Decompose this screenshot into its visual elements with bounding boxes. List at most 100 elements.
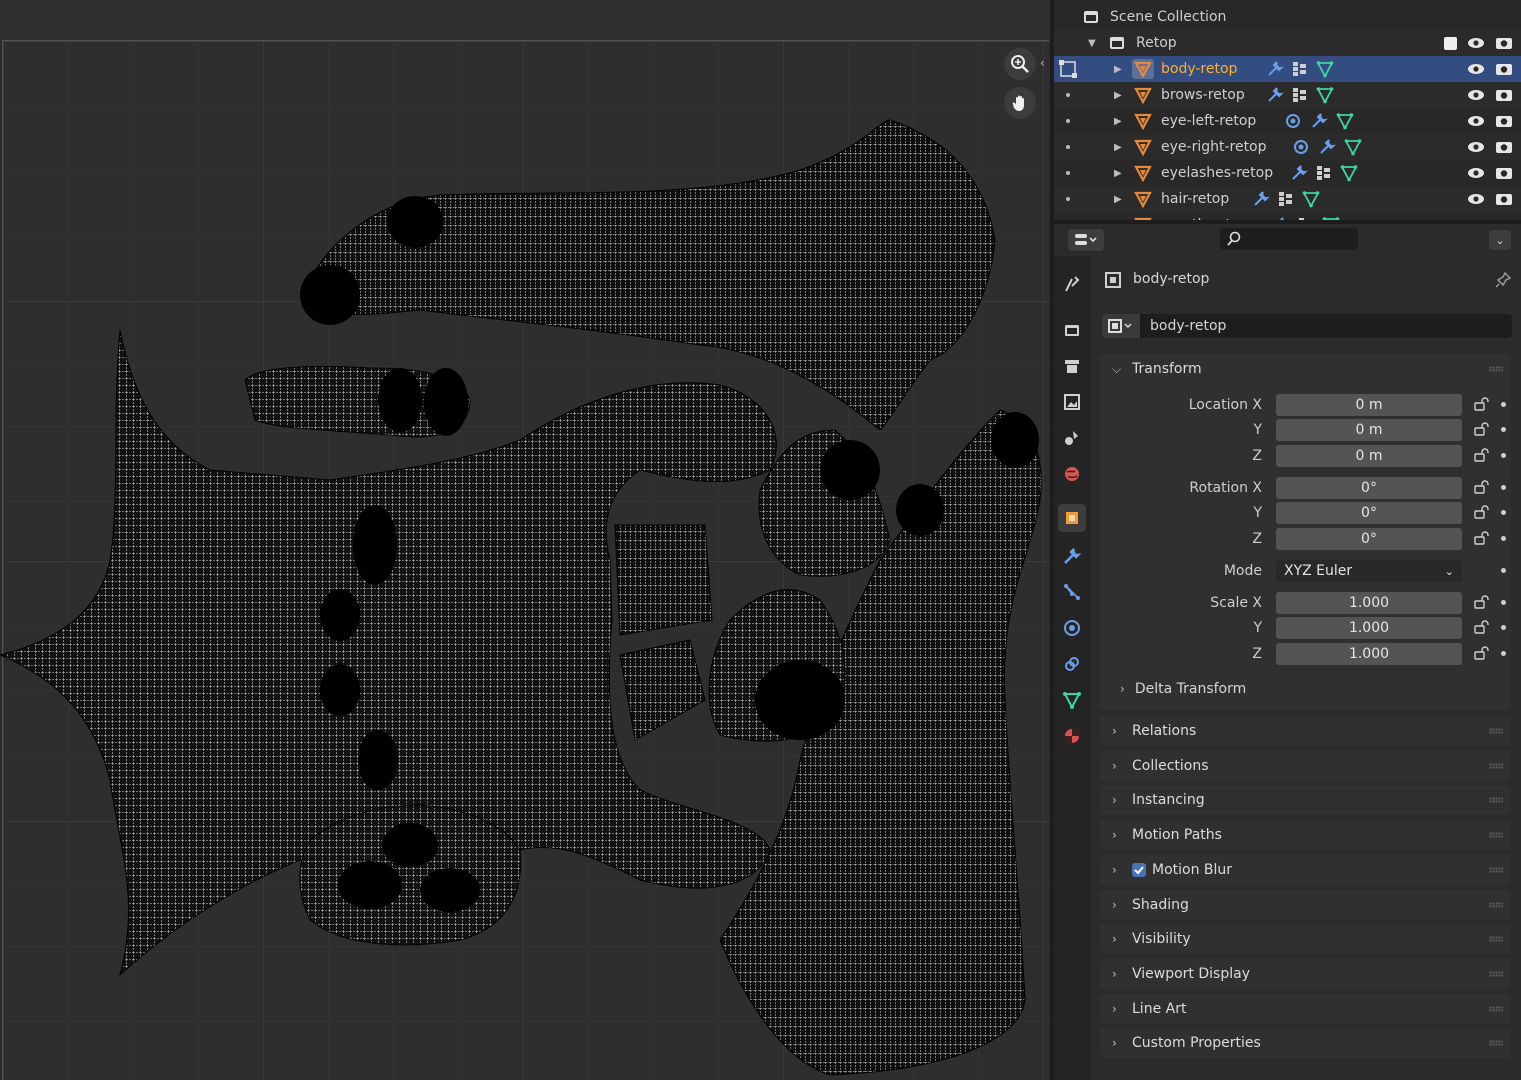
outliner-object-row[interactable]: ▶ hair-retop: [1054, 186, 1521, 212]
motion-blur-checkbox[interactable]: [1132, 862, 1146, 877]
keyframe-dot-icon[interactable]: [1501, 568, 1506, 573]
tab-constraints-icon[interactable]: [1060, 652, 1084, 676]
array-modifier-icon[interactable]: [1292, 60, 1308, 78]
mesh-data-icon[interactable]: [1316, 86, 1334, 104]
outliner-object-row[interactable]: ▶ body-retop: [1054, 56, 1521, 82]
unlock-icon[interactable]: [1474, 646, 1490, 660]
uv-islands[interactable]: [0, 0, 1050, 1080]
mesh-data-icon[interactable]: [1336, 112, 1354, 130]
panel-instancing[interactable]: › Instancing: [1100, 785, 1511, 816]
array-modifier-icon[interactable]: [1316, 164, 1332, 182]
camera-icon[interactable]: [1495, 114, 1513, 128]
expand-arrow-icon[interactable]: ▶: [1114, 64, 1122, 75]
expand-arrow-icon[interactable]: ▶: [1114, 90, 1122, 101]
camera-icon[interactable]: [1495, 140, 1513, 154]
drag-grip-icon[interactable]: [1489, 970, 1503, 977]
location-y-field[interactable]: 0 m: [1276, 419, 1462, 441]
keyframe-dot-icon[interactable]: [1501, 625, 1506, 630]
expand-arrow-icon[interactable]: ▶: [1114, 116, 1122, 127]
drag-grip-icon[interactable]: [1489, 832, 1503, 839]
mesh-data-icon[interactable]: [1302, 190, 1320, 208]
edit-mode-icon[interactable]: [1059, 60, 1077, 78]
expand-arrow-icon[interactable]: ▶: [1114, 194, 1122, 205]
tab-view-layer-icon[interactable]: [1060, 390, 1084, 414]
transform-panel-header[interactable]: ⌵ Transform: [1100, 354, 1511, 384]
modifier-wrench-icon[interactable]: [1290, 164, 1308, 182]
tab-object-icon[interactable]: [1058, 504, 1086, 532]
panel-motion-paths[interactable]: › Motion Paths: [1100, 820, 1511, 851]
camera-icon[interactable]: [1495, 192, 1513, 206]
drag-grip-icon[interactable]: [1489, 366, 1503, 372]
unlock-icon[interactable]: [1474, 480, 1490, 494]
camera-icon[interactable]: [1495, 166, 1513, 180]
drag-grip-icon[interactable]: [1489, 866, 1503, 873]
scale-y-field[interactable]: 1.000: [1276, 617, 1462, 639]
modifier-wrench-icon[interactable]: [1252, 190, 1270, 208]
tab-render-icon[interactable]: [1060, 318, 1084, 342]
modifier-wrench-icon[interactable]: [1310, 112, 1328, 130]
unlock-icon[interactable]: [1474, 531, 1490, 545]
unlock-icon[interactable]: [1474, 595, 1490, 609]
eye-icon[interactable]: [1467, 88, 1485, 102]
panel-visibility[interactable]: › Visibility: [1100, 924, 1511, 955]
eye-icon[interactable]: [1467, 114, 1485, 128]
mode-dot-icon[interactable]: [1066, 197, 1070, 201]
panel-custom-properties[interactable]: › Custom Properties: [1100, 1028, 1511, 1059]
rotation-mode-select[interactable]: XYZ Euler ⌄: [1276, 560, 1462, 582]
uv-editor[interactable]: ‹: [0, 0, 1050, 1080]
keyframe-dot-icon[interactable]: [1501, 485, 1506, 490]
keyframe-dot-icon[interactable]: [1501, 402, 1506, 407]
mode-dot-icon[interactable]: [1066, 93, 1070, 97]
panel-viewport-display[interactable]: › Viewport Display: [1100, 958, 1511, 989]
outliner-object-row[interactable]: ▶mouth-retop: [1054, 212, 1521, 220]
eye-icon[interactable]: [1467, 62, 1485, 76]
scale-z-field[interactable]: 1.000: [1276, 643, 1462, 665]
panel-motion-blur[interactable]: › Motion Blur: [1100, 854, 1511, 885]
mode-dot-icon[interactable]: [1066, 119, 1070, 123]
unlock-icon[interactable]: [1474, 422, 1490, 436]
checkbox-icon[interactable]: [1444, 36, 1457, 50]
array-modifier-icon[interactable]: [1292, 86, 1308, 104]
editor-type-icon[interactable]: [1068, 229, 1104, 251]
keyframe-dot-icon[interactable]: [1501, 600, 1506, 605]
outliner-collection-retop[interactable]: ▼ Retop: [1054, 30, 1521, 56]
eye-icon[interactable]: [1467, 36, 1485, 50]
expand-arrow-icon[interactable]: ▶: [1114, 168, 1122, 179]
eye-icon[interactable]: [1467, 192, 1485, 206]
drag-grip-icon[interactable]: [1489, 901, 1503, 908]
panel-relations[interactable]: › Relations: [1100, 716, 1511, 746]
tab-modifiers-icon[interactable]: [1060, 544, 1084, 568]
drag-grip-icon[interactable]: [1489, 728, 1503, 734]
panel-shading[interactable]: › Shading: [1100, 889, 1511, 920]
pan-hand-icon[interactable]: [1004, 87, 1036, 119]
tab-material-icon[interactable]: [1060, 724, 1084, 748]
pin-icon[interactable]: [1494, 271, 1512, 289]
keyframe-dot-icon[interactable]: [1501, 651, 1506, 656]
tab-particles-icon[interactable]: [1060, 580, 1084, 604]
properties-editor[interactable]: ⌄ body-retop body-retop ⌵ Transform Loca…: [1054, 224, 1521, 1080]
rotation-y-field[interactable]: 0°: [1276, 502, 1462, 524]
camera-icon[interactable]: [1495, 62, 1513, 76]
location-x-field[interactable]: 0 m: [1276, 394, 1462, 416]
drag-grip-icon[interactable]: [1489, 1005, 1503, 1012]
tab-output-icon[interactable]: [1060, 354, 1084, 378]
mesh-data-icon[interactable]: [1316, 60, 1334, 78]
panel-collections[interactable]: › Collections: [1100, 750, 1511, 781]
object-name-field[interactable]: body-retop: [1140, 314, 1512, 338]
rotation-z-field[interactable]: 0°: [1276, 528, 1462, 550]
array-modifier-icon[interactable]: [1278, 190, 1294, 208]
mode-dot-icon[interactable]: [1066, 145, 1070, 149]
object-type-dropdown-icon[interactable]: [1102, 314, 1140, 338]
outliner-scene-collection[interactable]: Scene Collection: [1054, 4, 1521, 30]
outliner-object-row[interactable]: ▶ eye-left-retop: [1054, 108, 1521, 134]
tab-world-icon[interactable]: [1060, 462, 1084, 486]
mode-dot-icon[interactable]: [1066, 171, 1070, 175]
rotation-x-field[interactable]: 0°: [1276, 477, 1462, 499]
tab-object-data-icon[interactable]: [1060, 688, 1084, 712]
keyframe-dot-icon[interactable]: [1501, 427, 1506, 432]
drag-grip-icon[interactable]: [1489, 762, 1503, 769]
scale-x-field[interactable]: 1.000: [1276, 592, 1462, 614]
drag-grip-icon[interactable]: [1489, 1040, 1503, 1047]
drag-grip-icon[interactable]: [1489, 797, 1503, 804]
expand-arrow-icon[interactable]: ▼: [1088, 38, 1096, 49]
